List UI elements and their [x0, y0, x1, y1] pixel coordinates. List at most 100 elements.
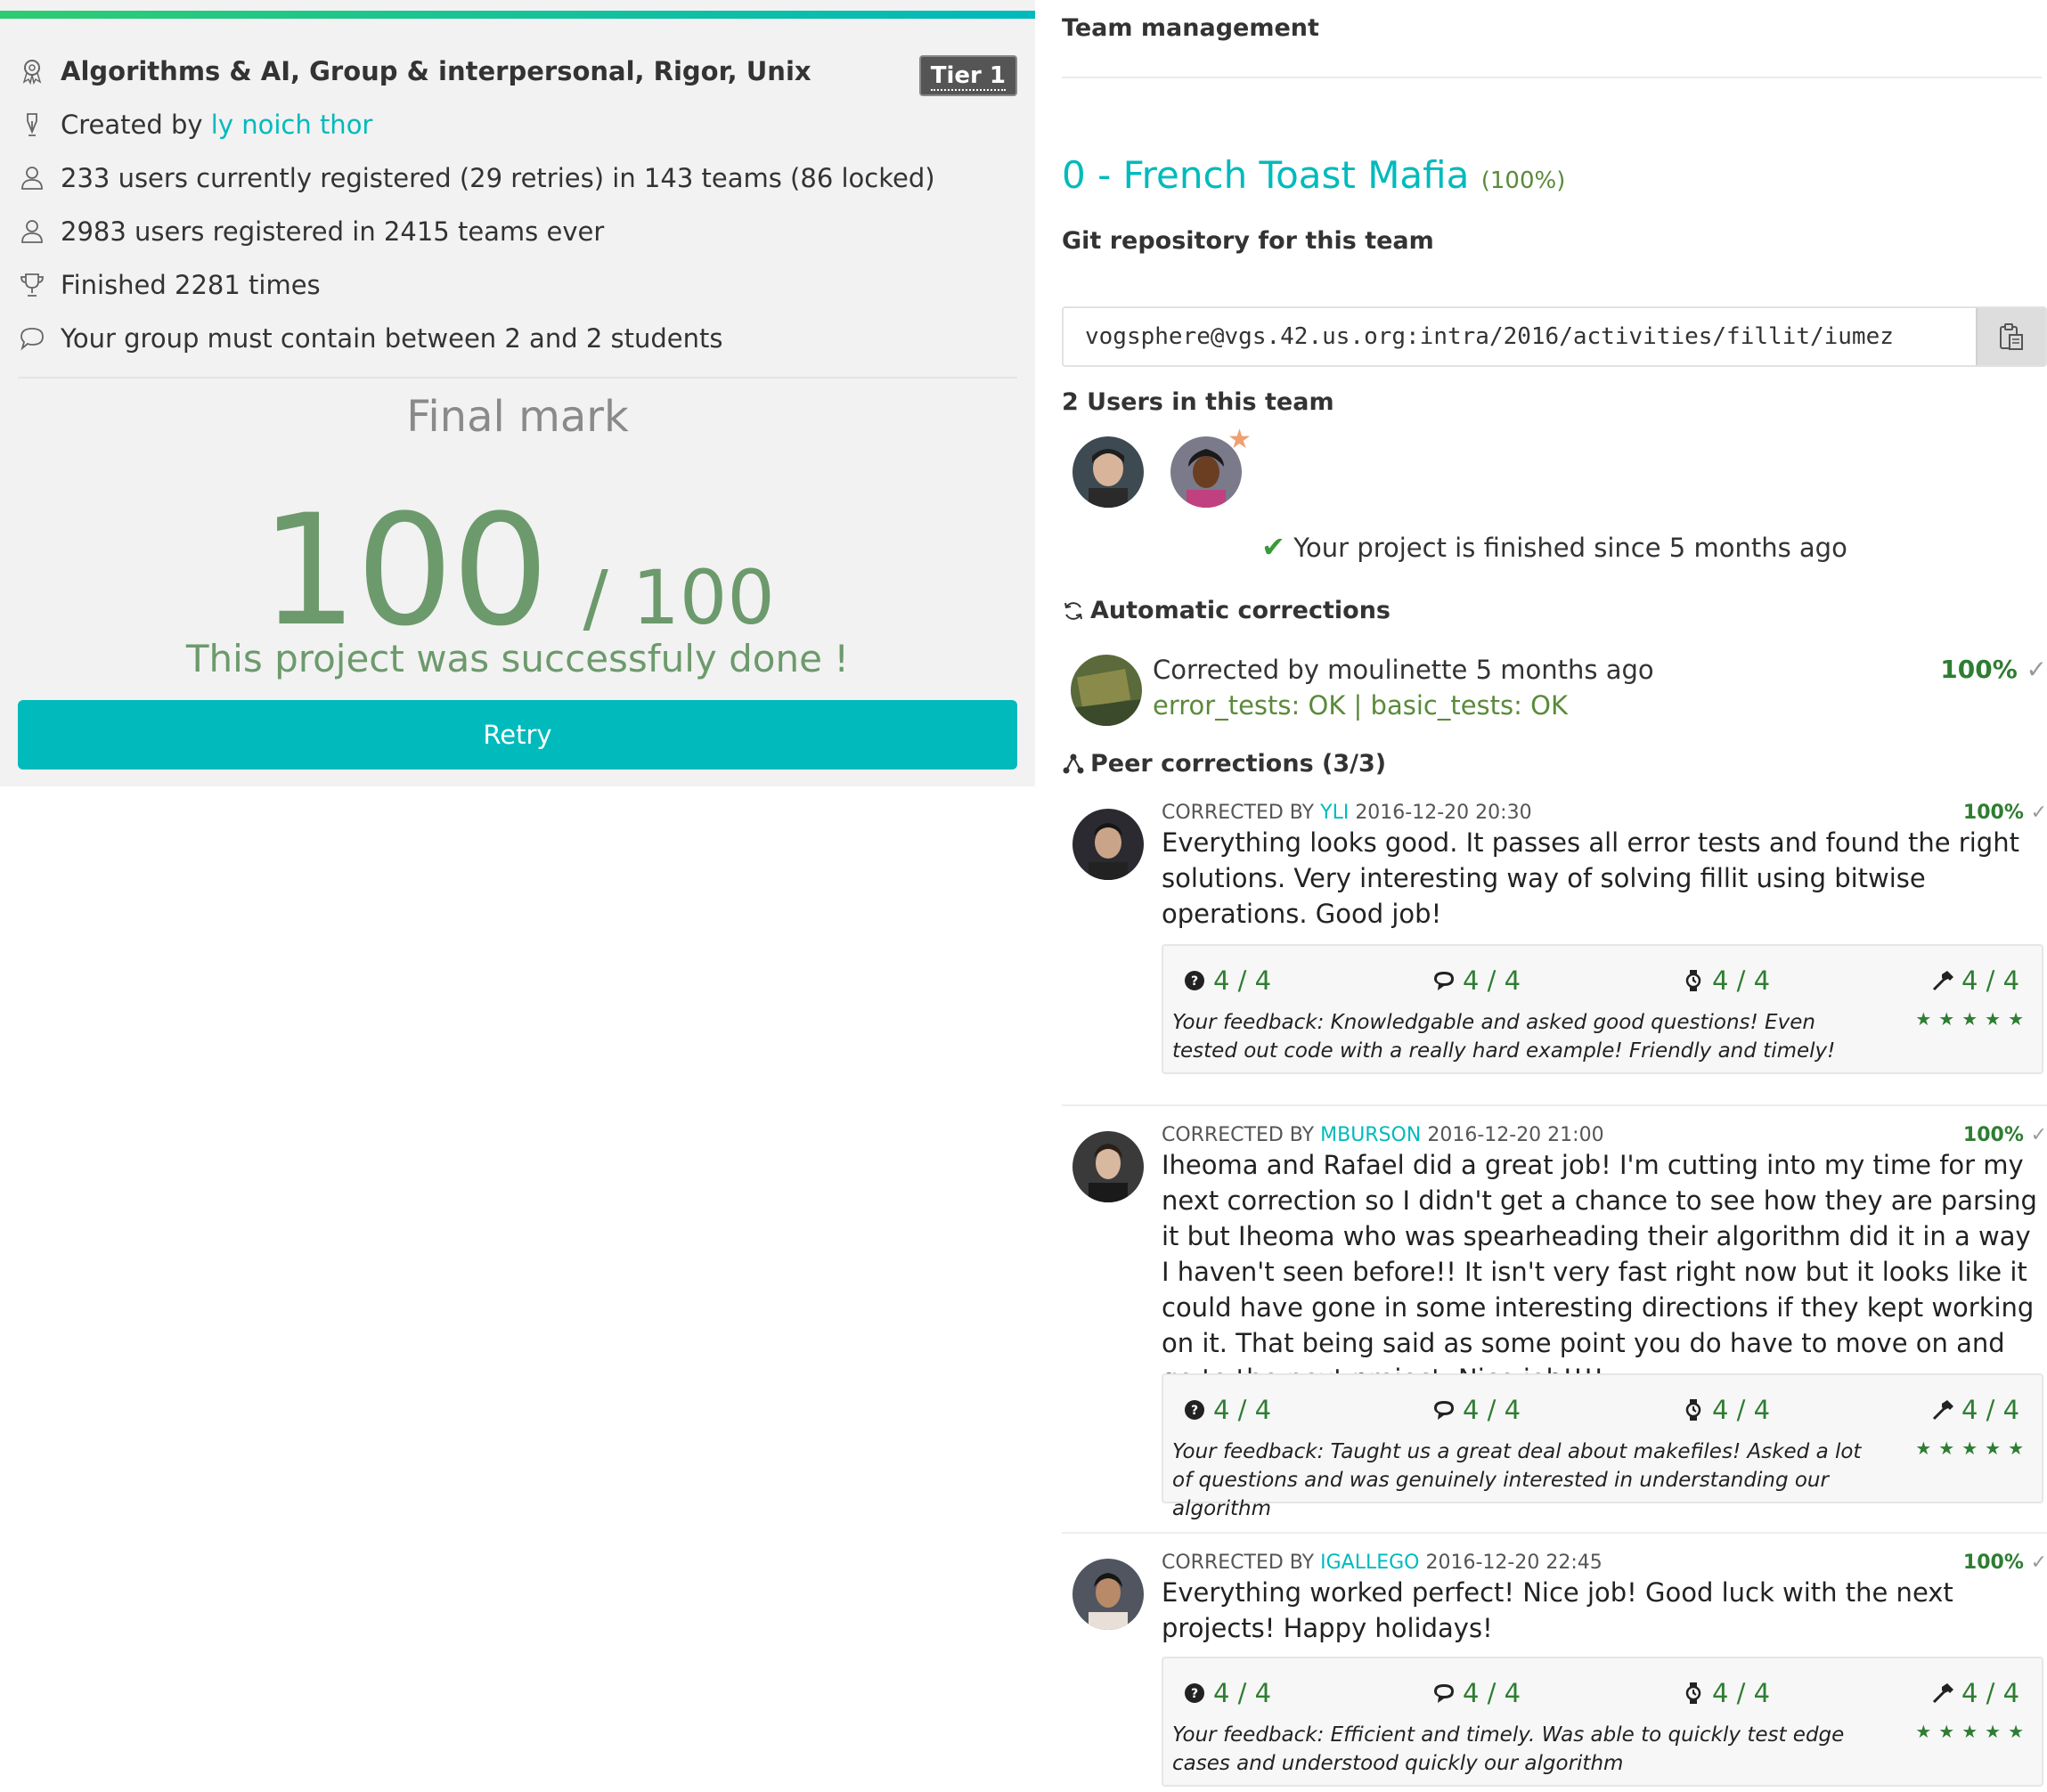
- divider: [1062, 1532, 2047, 1534]
- creator-link[interactable]: ly noich thor: [211, 110, 373, 140]
- git-repo-field: [1062, 306, 2047, 367]
- correction-meta: CORRECTED BY YLI 2016-12-20 20:30: [1162, 802, 1532, 824]
- correction-meta: CORRECTED BY IGALLEGO 2016-12-20 22:45: [1162, 1552, 1603, 1574]
- feedback-box: ? 4 / 4 4 / 4 4 / 4 4 / 4 Your feedback:…: [1162, 944, 2043, 1074]
- project-summary-panel: Algorithms & AI, Group & interpersonal, …: [0, 0, 1035, 786]
- automatic-corrections-header: Automatic corrections: [1062, 597, 1390, 624]
- corrector-avatar[interactable]: [1072, 809, 1144, 880]
- registered-text: 233 users currently registered (29 retri…: [61, 163, 935, 193]
- speech-bubble-icon: [1434, 1684, 1454, 1703]
- rating-stars: ★★★★★: [1915, 1721, 2031, 1742]
- final-score: 100 / 100: [0, 481, 1035, 660]
- criterion-score: 4 / 4: [1712, 1395, 1771, 1425]
- criterion-score: 4 / 4: [1712, 1678, 1771, 1708]
- finished-row: Finished 2281 times: [18, 258, 1017, 312]
- criterion-hammer: 4 / 4: [1931, 1678, 2019, 1708]
- avatar[interactable]: [1072, 436, 1144, 508]
- progress-bar: [0, 11, 1035, 19]
- peer-correction: CORRECTED BY YLI 2016-12-20 20:30 100% ✓…: [1062, 802, 2047, 1087]
- feedback-text: Your feedback: Knowledgable and asked go…: [1172, 1011, 1836, 1063]
- moulinette-results: error_tests: OK | basic_tests: OK: [1153, 690, 1568, 721]
- team-panel: Team management 0 - French Toast Mafia (…: [1062, 0, 2047, 1792]
- user-icon: [18, 214, 61, 249]
- divider: [1062, 1104, 2047, 1106]
- correction-comment: Iheoma and Rafael did a great job! I'm c…: [1162, 1150, 2037, 1394]
- criterion-score: 4 / 4: [1961, 1678, 2020, 1708]
- final-mark-title: Final mark: [406, 392, 629, 442]
- score-max: / 100: [583, 554, 775, 641]
- criterion-hammer: 4 / 4: [1931, 1395, 2019, 1425]
- watch-icon: [1685, 1399, 1701, 1421]
- trophy-icon: [18, 267, 61, 303]
- ever-text: 2983 users registered in 2415 teams ever: [61, 216, 605, 247]
- question-circle-icon: ?: [1185, 971, 1204, 990]
- team-users-header: 2 Users in this team: [1062, 388, 1334, 416]
- criterion-watch: 4 / 4: [1682, 965, 1770, 996]
- copy-button[interactable]: [1976, 308, 2045, 365]
- moulinette-percent-value: 100%: [1940, 655, 2018, 684]
- question-circle-icon: ?: [1185, 1683, 1204, 1703]
- corrected-by-label: CORRECTED BY: [1162, 802, 1315, 824]
- share-nodes-icon: [1063, 753, 1084, 773]
- divider: [1062, 77, 2042, 78]
- question-circle-icon: ?: [1185, 1400, 1204, 1420]
- criterion-question: ? 4 / 4: [1183, 965, 1271, 996]
- criterion-question: ? 4 / 4: [1183, 1678, 1271, 1708]
- check-circle-icon: ✓: [2030, 1552, 2047, 1574]
- correction-date: 2016-12-20 22:45: [1425, 1552, 1603, 1574]
- correction-percent: 100% ✓: [1963, 1124, 2047, 1146]
- team-management-header: Team management: [1062, 14, 1319, 42]
- star-icon: ★: [1227, 424, 1252, 455]
- corrector-avatar[interactable]: [1072, 1131, 1144, 1202]
- correction-percent-value: 100%: [1962, 802, 2024, 824]
- git-url-input[interactable]: [1064, 308, 1976, 365]
- check-icon: ✔: [1261, 530, 1285, 564]
- corrector-avatar[interactable]: [1072, 1559, 1144, 1630]
- ever-row: 2983 users registered in 2415 teams ever: [18, 205, 1017, 258]
- feedback-box: ? 4 / 4 4 / 4 4 / 4 4 / 4 Your feedback:…: [1162, 1657, 2043, 1787]
- speech-bubble-icon: [1434, 972, 1454, 990]
- retry-button[interactable]: Retry: [18, 700, 1017, 770]
- registered-row: 233 users currently registered (29 retri…: [18, 151, 1017, 205]
- pen-icon: [18, 107, 61, 143]
- team-percent: (100%): [1480, 167, 1566, 194]
- criterion-score: 4 / 4: [1213, 1678, 1272, 1708]
- divider: [18, 377, 1017, 379]
- project-info-list: Algorithms & AI, Group & interpersonal, …: [18, 45, 1017, 365]
- git-header: Git repository for this team: [1062, 227, 1434, 255]
- rating-stars: ★★★★★: [1915, 1438, 2031, 1459]
- corrected-by-label: CORRECTED BY: [1162, 1124, 1315, 1146]
- peer-correction: CORRECTED BY MBURSON 2016-12-20 21:00 10…: [1062, 1124, 2047, 1520]
- svg-text:?: ?: [1191, 1404, 1198, 1418]
- tier-badge: Tier 1: [918, 55, 1017, 96]
- correction-percent: 100% ✓: [1963, 1552, 2047, 1574]
- speech-bubble-icon: [1434, 1401, 1454, 1420]
- peer-corrections-title: Peer corrections (3/3): [1090, 750, 1387, 778]
- correction-meta: CORRECTED BY MBURSON 2016-12-20 21:00: [1162, 1124, 1604, 1146]
- peer-corrections-header: Peer corrections (3/3): [1062, 750, 1386, 778]
- rating-stars: ★★★★★: [1915, 1008, 2031, 1030]
- criterion-comment: 4 / 4: [1432, 1395, 1521, 1425]
- team-name: 0 - French Toast Mafia (100%): [1062, 153, 1565, 197]
- criterion-score: 4 / 4: [1463, 1678, 1521, 1708]
- svg-text:?: ?: [1191, 974, 1198, 989]
- criterion-watch: 4 / 4: [1682, 1678, 1770, 1708]
- corrector-login-link[interactable]: YLI: [1320, 802, 1349, 824]
- corrector-login-link[interactable]: MBURSON: [1320, 1124, 1421, 1146]
- hammer-icon: [1932, 971, 1953, 991]
- finished-status: ✔ Your project is finished since 5 month…: [1062, 530, 2047, 564]
- team-name-link[interactable]: 0 - French Toast Mafia: [1062, 153, 1469, 197]
- watch-icon: [1685, 1682, 1701, 1704]
- svg-text:?: ?: [1191, 1687, 1198, 1701]
- refresh-icon: [1064, 601, 1082, 620]
- criterion-comment: 4 / 4: [1432, 965, 1521, 996]
- criterion-score: 4 / 4: [1213, 1395, 1272, 1425]
- correction-percent-value: 100%: [1962, 1552, 2024, 1574]
- clipboard-icon: [2000, 323, 2023, 350]
- success-message: This project was successfuly done !: [185, 637, 850, 680]
- corrector-login-link[interactable]: IGALLEGO: [1320, 1552, 1419, 1574]
- comment-icon: [18, 321, 61, 356]
- criterion-hammer: 4 / 4: [1931, 965, 2019, 996]
- correction-date: 2016-12-20 21:00: [1427, 1124, 1604, 1146]
- correction-comment: Everything worked perfect! Nice job! Goo…: [1162, 1577, 1953, 1643]
